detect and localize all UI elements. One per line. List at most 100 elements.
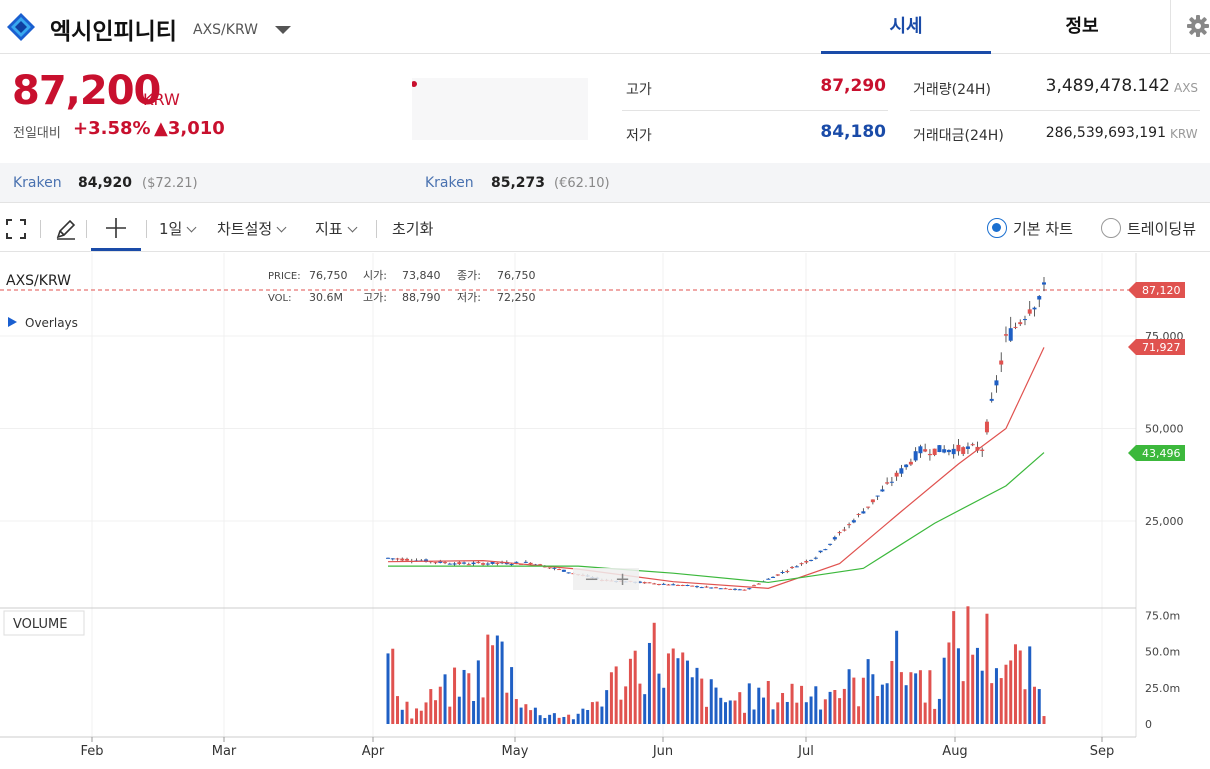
high-value: 87,290 (820, 76, 886, 96)
volume-bar (614, 666, 618, 724)
candle-body (775, 574, 780, 576)
volume-bar (933, 708, 937, 724)
low-value: 84,180 (820, 122, 886, 142)
candle-body (899, 468, 904, 474)
volume-bar (833, 690, 837, 724)
toolbar-divider (86, 220, 87, 238)
exchange-name[interactable]: Kraken (13, 175, 62, 191)
volume-tick-label: 25.0m (1145, 682, 1180, 695)
volume-bar (994, 668, 998, 724)
overlays-toggle[interactable]: Overlays (25, 316, 78, 330)
reset-button[interactable]: 초기화 (392, 218, 433, 239)
volume-bar (529, 710, 533, 724)
chart-settings-menu[interactable]: 차트설정 (217, 218, 287, 239)
volume-bar (956, 648, 960, 724)
ma-short-line (387, 347, 1045, 589)
volume-bar (1013, 644, 1017, 724)
candle-body (942, 449, 947, 453)
volume-bar (557, 717, 561, 724)
indicators-menu[interactable]: 지표 (315, 218, 358, 239)
candle-body (652, 583, 657, 585)
volume-bar (462, 669, 466, 724)
candle-body (771, 576, 776, 578)
basic-chart-label[interactable]: 기본 차트 (1013, 218, 1073, 239)
tradingview-label[interactable]: 트레이딩뷰 (1127, 218, 1196, 239)
tab-info[interactable]: 정보 (997, 12, 1167, 54)
volume-bar (467, 673, 471, 724)
volume-bar (857, 706, 861, 724)
crosshair-tool[interactable] (91, 204, 141, 251)
candle-body (875, 495, 880, 497)
toolbar-divider (376, 220, 377, 238)
volume-bar (1037, 689, 1041, 724)
volume-bar (918, 670, 922, 724)
exchange-price: 85,273 (491, 175, 546, 191)
volume-bar (424, 702, 428, 724)
basic-chart-radio[interactable] (987, 218, 1007, 238)
volume-bar (776, 702, 780, 724)
pair-dropdown-icon[interactable] (275, 26, 291, 34)
candle-body (737, 589, 742, 591)
volume-bar (847, 669, 851, 724)
volume-bar (434, 700, 438, 724)
candle-body (813, 557, 818, 559)
x-tick-label: Sep (1090, 744, 1115, 759)
candle-body (509, 564, 514, 566)
candle-body (828, 543, 833, 545)
mini-chart (411, 78, 588, 140)
candle-body (462, 562, 467, 564)
volume-bar (819, 709, 823, 724)
candle-body (481, 563, 486, 565)
exchange-name[interactable]: Kraken (425, 175, 474, 191)
volume-bar (852, 677, 856, 724)
overlays-expand-icon[interactable] (8, 317, 17, 327)
pencil-icon[interactable] (55, 218, 77, 240)
volume-bar (448, 706, 452, 724)
candle-body (937, 445, 942, 453)
volume-bar (781, 692, 785, 724)
indicators-label: 지표 (315, 220, 343, 238)
zoom-in-button[interactable]: + (615, 569, 630, 590)
volume-bar (652, 622, 656, 724)
zoom-out-button[interactable]: − (584, 569, 599, 590)
volume-bar (947, 642, 951, 724)
info-close-value: 76,750 (497, 269, 536, 282)
info-low-value: 72,250 (497, 291, 536, 304)
volume-bar (552, 713, 556, 724)
volume-bar (443, 674, 447, 724)
volume-bar (1042, 716, 1046, 724)
volume-bar (923, 702, 927, 724)
candle-body (733, 588, 738, 590)
ma-long-tag: 43,496 (1128, 445, 1185, 461)
interval-select[interactable]: 1일 (159, 218, 197, 239)
volume-bar (1018, 650, 1022, 724)
price-chart[interactable]: AXS/KRW Overlays PRICE: 76,750 시가: 73,84… (0, 253, 1210, 769)
volume-bar (714, 687, 718, 724)
high-label: 고가 (626, 82, 652, 98)
turnover-value: 286,539,693,191 (1045, 125, 1166, 141)
candle-body (866, 506, 871, 508)
candle-body (656, 583, 661, 585)
volume-panel-label: VOLUME (13, 617, 67, 632)
volume-bar (609, 672, 613, 724)
candle-body (661, 583, 666, 585)
volume-bar (838, 698, 842, 724)
candle-body (946, 449, 951, 453)
tradingview-radio[interactable] (1101, 218, 1121, 238)
settings-button[interactable] (1170, 0, 1210, 54)
volume-bar (1004, 664, 1008, 724)
candle-body (984, 421, 989, 433)
volume-bar (990, 683, 994, 724)
volume-bar (495, 635, 499, 724)
volume-bar (861, 677, 865, 724)
candle-body (666, 584, 671, 586)
candle-body (447, 563, 452, 565)
toolbar-divider (146, 220, 147, 238)
candle-body (918, 446, 923, 454)
turnover-unit: KRW (1170, 127, 1198, 141)
volume-bar (586, 709, 590, 724)
candle-body (923, 449, 928, 452)
volume-axis: 75.0m 50.0m 25.0m 0 (1145, 609, 1180, 731)
tab-quote[interactable]: 시세 (821, 12, 991, 54)
fullscreen-icon[interactable] (6, 219, 26, 239)
